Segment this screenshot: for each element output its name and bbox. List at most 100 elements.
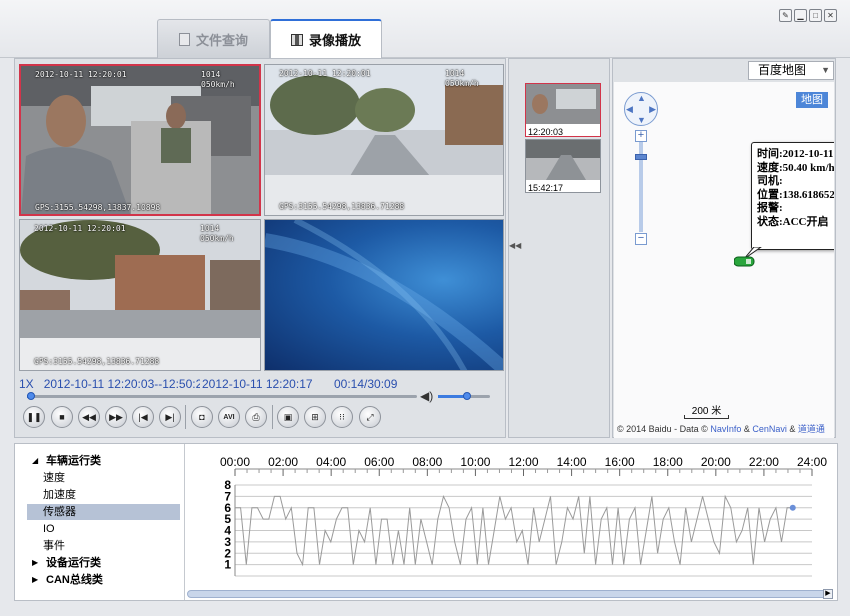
camera-1-channel: 1014 <box>201 70 221 79</box>
x-tick-label: 06:00 <box>364 455 394 469</box>
camera-4-image <box>265 220 503 370</box>
pin-icon[interactable]: ✎ <box>779 9 792 22</box>
tree-item[interactable]: 传感器 <box>27 504 180 520</box>
camera-1-gps: GPS:3155.54298,13837.10898 <box>35 203 161 212</box>
print-icon[interactable]: ⎙ <box>245 406 267 428</box>
separator <box>272 405 273 429</box>
collapsed-arrow-icon[interactable]: ▶ <box>32 555 38 571</box>
x-tick-label: 00:00 <box>220 455 250 469</box>
rewind-icon[interactable]: ◀◀ <box>78 406 100 428</box>
y-tick-label: 8 <box>224 478 231 492</box>
map-panel: 百度地图 ▼ 地图 ▲ ▼ ◀ ▶ + − 时间:2012-10-11 速度:5… <box>612 58 836 438</box>
tab-video-playback[interactable]: 录像播放 <box>270 19 382 58</box>
tab-file-query[interactable]: 文件查询 <box>157 19 270 58</box>
thumbnail-time: 15:42:17 <box>528 183 564 193</box>
minimize-icon[interactable]: ▁ <box>794 9 807 22</box>
zoom-in-icon[interactable]: + <box>635 130 647 142</box>
next-icon[interactable]: ▶| <box>159 406 181 428</box>
camera-3-gps: GPS:3155.54298,13836.71288 <box>34 357 160 366</box>
daodaotong-link[interactable]: 道道通 <box>798 424 825 434</box>
vehicle-marker-icon[interactable] <box>734 247 774 272</box>
playback-speed[interactable]: 1X <box>19 377 34 391</box>
pan-left-icon[interactable]: ◀ <box>626 104 633 115</box>
tree-item[interactable]: 速度 <box>15 470 183 486</box>
pan-down-icon[interactable]: ▼ <box>637 115 646 125</box>
camera-3-view[interactable]: 2012-10-11 12:20:01 1014 050km/h GPS:315… <box>19 219 261 371</box>
zoom-handle[interactable] <box>635 154 647 160</box>
file-icon <box>178 32 190 46</box>
tree-item[interactable]: 事件 <box>15 538 183 554</box>
camera-2-gps: GPS:3155.54298,13836.71288 <box>279 202 405 211</box>
video-panel: 2012-10-11 12:20:01 1014 050km/h GPS:315… <box>14 58 506 438</box>
navinfo-link[interactable]: NavInfo <box>710 424 741 434</box>
series-end-marker <box>789 504 796 511</box>
scroll-right-icon[interactable]: ▶ <box>823 589 833 599</box>
separator <box>185 405 186 429</box>
tree-item[interactable]: ▶ 设备运行类 <box>15 555 183 571</box>
pan-control[interactable]: ▲ ▼ ◀ ▶ <box>624 92 658 126</box>
camera-1-timestamp: 2012-10-11 12:20:01 <box>35 70 127 79</box>
copyright-separator: & <box>786 424 798 434</box>
tree-item[interactable]: ◢ 车辆运行类 <box>15 453 183 469</box>
single-view-icon[interactable]: ▣ <box>277 406 299 428</box>
map-source-select[interactable]: 百度地图 ▼ <box>748 61 834 80</box>
pause-icon[interactable]: ❚❚ <box>23 406 45 428</box>
quad-view-icon[interactable]: ⊞ <box>304 406 326 428</box>
thumbnail-panel: 12:20:03 15:42:17 ◀◀ <box>508 58 610 438</box>
volume-icon[interactable]: ◀) <box>420 389 433 403</box>
close-icon[interactable]: ✕ <box>824 9 837 22</box>
x-tick-label: 08:00 <box>412 455 442 469</box>
tree-item[interactable]: 加速度 <box>15 487 183 503</box>
tree-item[interactable]: IO <box>15 521 183 537</box>
thumbnail-time: 12:20:03 <box>528 127 564 137</box>
snapshot-icon[interactable]: ◘ <box>191 406 213 428</box>
info-status: 状态:ACC开启 <box>757 215 829 228</box>
expanded-arrow-icon[interactable]: ◢ <box>32 453 38 469</box>
map-canvas[interactable]: 地图 ▲ ▼ ◀ ▶ + − 时间:2012-10-11 速度:50.40 km… <box>614 82 834 438</box>
camera-2-view[interactable]: 2012-10-11 12:20:01 1014 050km/h GPS:315… <box>264 64 504 216</box>
stop-icon[interactable]: ■ <box>51 406 73 428</box>
nine-view-icon[interactable]: ⁝⁝ <box>331 406 353 428</box>
map-type-button[interactable]: 地图 <box>796 92 828 108</box>
x-tick-label: 24:00 <box>797 455 827 469</box>
playback-elapsed: 00:14/30:09 <box>334 377 398 391</box>
copyright-text: © 2014 Baidu - Data © <box>617 424 711 434</box>
camera-1-view[interactable]: 2012-10-11 12:20:01 1014 050km/h GPS:315… <box>19 64 261 216</box>
progress-handle[interactable] <box>26 392 35 400</box>
avi-icon[interactable]: AVI <box>218 406 240 428</box>
copyright-separator: & <box>741 424 753 434</box>
tree-item-label: 速度 <box>43 472 65 484</box>
chart-svg: 00:00 02:00 04:00 06:00 08:00 10:00 12:00 14:00… <box>220 455 827 577</box>
thumbnail-item[interactable]: 12:20:03 <box>525 83 601 137</box>
camera-3-channel: 1014 <box>200 224 220 233</box>
map-scale-bar <box>684 415 729 419</box>
x-tick-label: 18:00 <box>653 455 683 469</box>
zoom-out-icon[interactable]: − <box>635 233 647 245</box>
progress-track[interactable] <box>26 392 417 400</box>
tree-item-label: 事件 <box>43 540 65 552</box>
tab-file-query-label: 文件查询 <box>195 32 248 48</box>
camera-2-speed: 050km/h <box>445 79 479 88</box>
thumbnail-image <box>526 84 600 124</box>
cennavi-link[interactable]: CenNavi <box>752 424 787 434</box>
map-source-value: 百度地图 <box>758 63 807 77</box>
collapse-left-icon[interactable]: ◀◀ <box>509 241 521 250</box>
pan-right-icon[interactable]: ▶ <box>649 104 656 115</box>
category-tree: ◢ 车辆运行类速度加速度 传感器 IO 事件 ▶ 设备运行类 ▶ CAN总线类 <box>15 444 185 600</box>
previous-icon[interactable]: |◀ <box>132 406 154 428</box>
volume-slider[interactable] <box>438 392 490 400</box>
pan-up-icon[interactable]: ▲ <box>637 93 646 103</box>
thumbnail-item[interactable]: 15:42:17 <box>525 139 601 193</box>
camera-4-view[interactable] <box>264 219 504 371</box>
volume-handle[interactable] <box>462 392 471 400</box>
tree-item[interactable]: ▶ CAN总线类 <box>15 572 183 588</box>
fullscreen-icon[interactable]: ⤢ <box>359 406 381 428</box>
x-tick-label: 14:00 <box>557 455 587 469</box>
horizontal-scrollbar[interactable] <box>187 590 832 598</box>
x-tick-label: 16:00 <box>605 455 635 469</box>
tree-item-label: IO <box>43 523 55 535</box>
collapsed-arrow-icon[interactable]: ▶ <box>32 572 38 588</box>
fast-forward-icon[interactable]: ▶▶ <box>105 406 127 428</box>
maximize-icon[interactable]: □ <box>809 9 822 22</box>
top-bar: ✎ ▁ □ ✕ 文件查询 录像播放 <box>0 0 850 58</box>
